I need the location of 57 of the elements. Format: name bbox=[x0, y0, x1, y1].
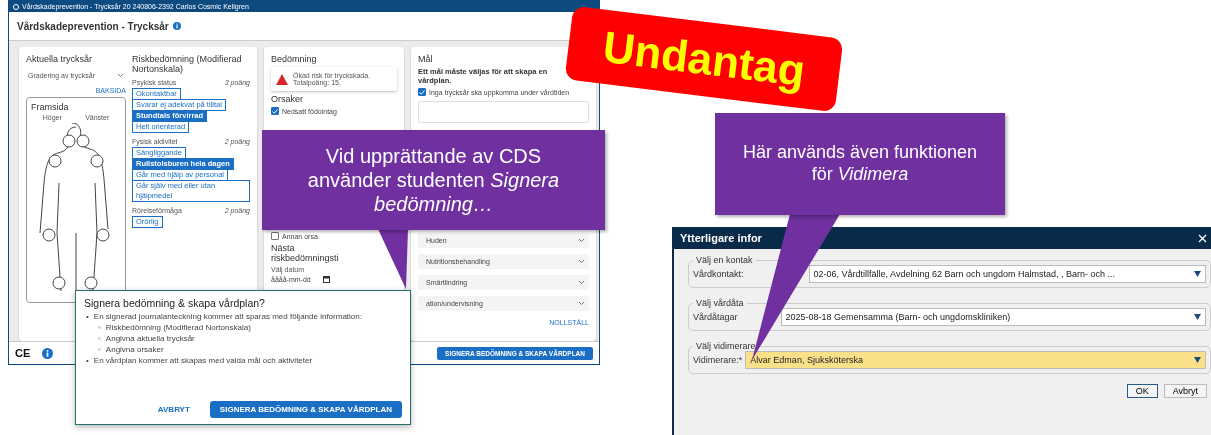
section-title: Riskbedömning (Modifierad Nortonskala) bbox=[132, 54, 243, 74]
chevron-down-icon bbox=[578, 238, 585, 243]
select-field[interactable]: 02-06, Vårdtillfälle, Avdelning 62 Barn och ungdom Halmstad, , Barn- och ... bbox=[808, 265, 1206, 283]
page-title: Vårdskadeprevention - Trycksår bbox=[17, 20, 169, 32]
bullet-mark: • bbox=[86, 356, 89, 365]
cancel-button[interactable]: AVBRYT bbox=[151, 404, 196, 415]
list-text: Angivna orsaker bbox=[105, 345, 164, 354]
list-text: Angivna aktuella trycksår bbox=[105, 334, 195, 343]
ce-mark: CE bbox=[15, 347, 31, 359]
bullet-mark: ◦ bbox=[98, 323, 101, 332]
checkmark-icon bbox=[419, 89, 425, 95]
field-label: Vidimerare:* bbox=[693, 355, 743, 365]
bullet-mark: • bbox=[86, 312, 89, 321]
text-field[interactable] bbox=[418, 101, 589, 123]
info-icon[interactable] bbox=[42, 347, 54, 359]
chevron-down-icon bbox=[578, 280, 585, 285]
group-legend: Välj vårdåta bbox=[693, 298, 747, 308]
group-legend: Välj vidimerare bbox=[693, 341, 759, 351]
bullet-mark: ◦ bbox=[98, 345, 101, 354]
badge-text: Undantag bbox=[600, 21, 808, 97]
chevron-down-icon bbox=[578, 301, 585, 306]
section-title: Aktuella trycksår bbox=[26, 54, 94, 64]
bullet-mark: ◦ bbox=[98, 334, 101, 343]
select-field[interactable]: 2025-08-18 Gemensamma (Barn- och ungdomskliniken) bbox=[780, 308, 1206, 326]
app-logo-icon bbox=[13, 3, 19, 10]
chevron-down-icon bbox=[578, 259, 585, 264]
warning-icon bbox=[276, 73, 288, 85]
section-title: Nästa riskbedömningsti bbox=[271, 243, 340, 263]
ok-button[interactable]: OK bbox=[1126, 384, 1158, 398]
chevron-down-icon bbox=[117, 73, 124, 78]
callout-text: Här används även funktionen för Vidimera bbox=[741, 142, 979, 186]
confirm-button[interactable]: SIGNERA BEDÖMNING & SKAPA VÅRDPLAN bbox=[209, 401, 402, 418]
field-label: Vårdåtagar bbox=[693, 312, 738, 322]
info-icon[interactable] bbox=[172, 22, 181, 30]
figure-title: Framsida bbox=[31, 102, 70, 112]
group-legend: Välj en kontak bbox=[693, 255, 756, 265]
select-field[interactable]: Alvar Edman, Sjuksköterska bbox=[745, 351, 1206, 369]
checkbox[interactable] bbox=[418, 88, 426, 96]
dialog-title: Ytterligare infor bbox=[680, 232, 762, 244]
cancel-button[interactable]: Avbryt bbox=[1163, 384, 1207, 398]
list-text: En signerad journalanteckning kommer att sparas med följande information: bbox=[93, 312, 362, 321]
dropdown-arrow-icon bbox=[1194, 271, 1201, 277]
checkmark-icon bbox=[272, 108, 278, 114]
dropdown-arrow-icon bbox=[1194, 314, 1201, 320]
field-label: Vårdkontakt: bbox=[693, 269, 744, 279]
section-title: Orsaker bbox=[271, 94, 304, 104]
calendar-icon[interactable] bbox=[323, 276, 330, 283]
callout-text: Vid upprättande av CDS använder studenten Signera bedömning… bbox=[306, 144, 561, 216]
list-text: Riskbedömning (Modifierad Nortonskala) bbox=[105, 323, 251, 332]
section-title: Bedömning bbox=[271, 54, 318, 64]
close-icon[interactable] bbox=[1198, 233, 1207, 243]
dialog-title: Signera bedömning & skapa vårdplan? bbox=[84, 297, 266, 309]
dropdown-arrow-icon bbox=[1194, 357, 1201, 363]
checkbox[interactable] bbox=[271, 232, 279, 240]
list-text: En vårdplan kommer att skapas med valda mål och aktiviteter bbox=[93, 356, 313, 365]
checkbox[interactable] bbox=[271, 107, 279, 115]
section-title: Mål bbox=[418, 54, 434, 64]
